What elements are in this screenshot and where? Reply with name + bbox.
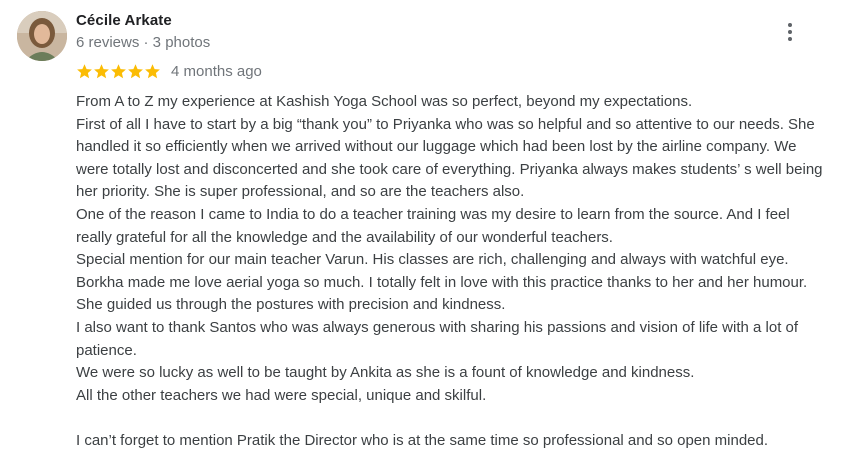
star-icon [76, 63, 93, 80]
star-icon [127, 63, 144, 80]
review-paragraph: Special mention for our main teacher Var… [76, 251, 789, 269]
rating-row: 4 months ago [76, 61, 262, 81]
star-rating [76, 63, 161, 80]
avatar[interactable] [17, 11, 67, 61]
more-options-button[interactable] [776, 18, 804, 46]
review-card: Cécile Arkate 6 reviews · 3 photos 4 mon… [0, 0, 843, 474]
review-paragraph: Borkha made me love aerial yoga so much.… [76, 273, 808, 314]
review-paragraph: One of the reason I came to India to do … [76, 205, 790, 246]
more-vert-icon [788, 23, 792, 27]
author-meta[interactable]: 6 reviews · 3 photos [76, 34, 210, 51]
review-date: 4 months ago [171, 62, 262, 80]
review-paragraph: I can’t forget to mention Pratik the Dir… [76, 431, 769, 449]
review-paragraph: First of all I have to start by a big “t… [76, 115, 823, 201]
star-icon [93, 63, 110, 80]
author-name[interactable]: Cécile Arkate [76, 12, 172, 29]
review-paragraph: All the other teachers we had were speci… [76, 386, 487, 404]
review-paragraph: I also want to thank Santos who was alwa… [76, 318, 799, 359]
review-paragraph: We were so lucky as well to be taught by… [76, 364, 695, 382]
review-text: From A to Z my experience at Kashish Yog… [76, 91, 828, 453]
review-paragraph: From A to Z my experience at Kashish Yog… [76, 93, 693, 110]
star-icon [144, 63, 161, 80]
star-icon [110, 63, 127, 80]
